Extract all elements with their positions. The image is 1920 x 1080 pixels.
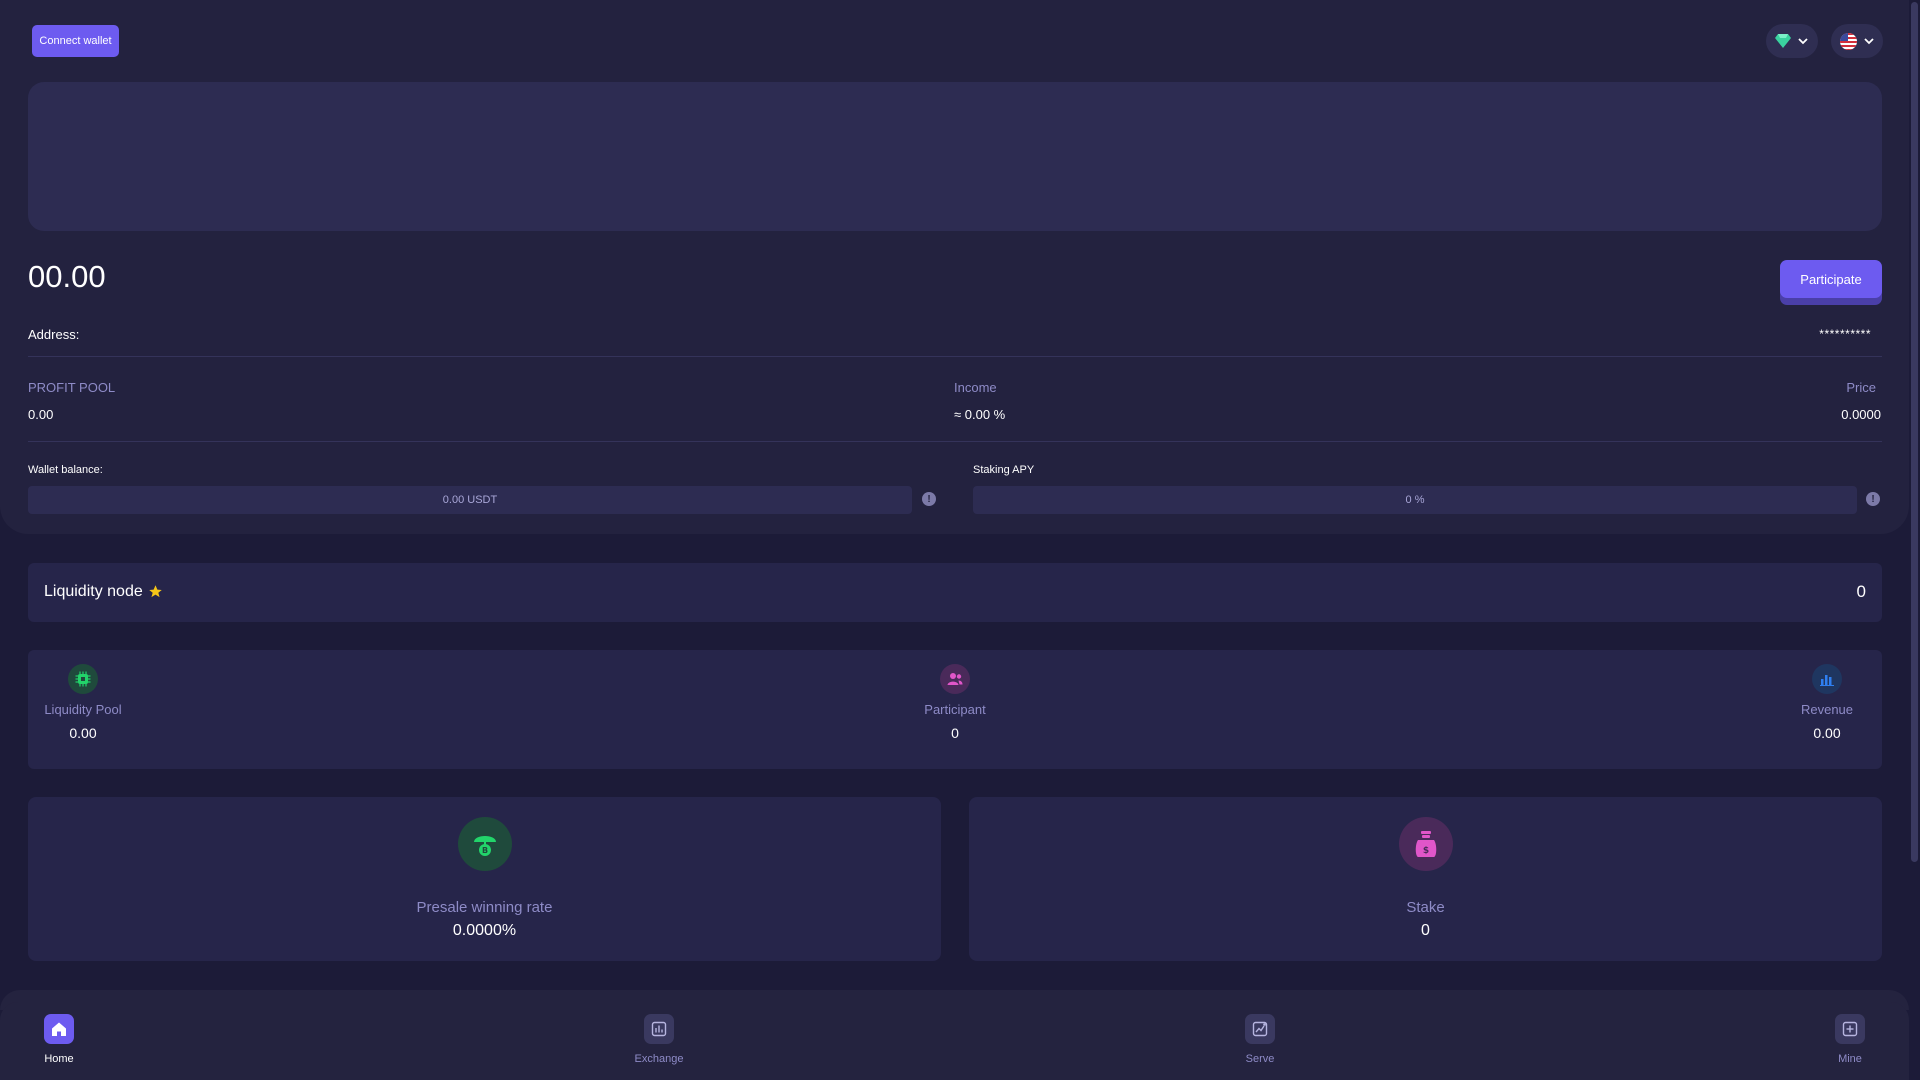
participate-button[interactable]: Participate [1780, 260, 1882, 298]
info-icon[interactable]: ! [1866, 492, 1880, 506]
chevron-down-icon [1863, 38, 1874, 45]
nav-exchange[interactable]: Exchange [619, 1014, 699, 1065]
metric-label: Liquidity Pool [44, 702, 122, 717]
gem-icon [1775, 34, 1791, 48]
profit-pool-value: 0.00 [28, 407, 54, 422]
wallet-balance-field: 0.00 USDT [28, 486, 912, 514]
nav-label: Serve [1245, 1053, 1275, 1065]
chip-icon [68, 664, 98, 694]
language-selector[interactable] [1831, 24, 1883, 58]
top-panel: Connect wallet 00.00 Participate Address… [0, 0, 1909, 534]
liquidity-node-bar[interactable]: Liquidity node 0 [28, 563, 1882, 622]
metrics-row: Liquidity Pool 0.00 Participant 0 Revenu… [28, 650, 1882, 769]
nav-label: Home [44, 1053, 74, 1065]
exchange-icon [644, 1014, 674, 1044]
scrollbar[interactable] [1909, 0, 1920, 1080]
connect-wallet-button[interactable]: Connect wallet [32, 25, 119, 57]
bottom-nav: Home Exchange Serve Mine [0, 1002, 1909, 1080]
info-icon[interactable]: ! [922, 492, 936, 506]
scrollbar-thumb[interactable] [1911, 2, 1918, 862]
price-label: Price [1846, 380, 1876, 395]
staking-apy-field: 0 % [973, 486, 1857, 514]
page: Connect wallet 00.00 Participate Address… [0, 0, 1920, 1080]
serve-icon [1245, 1014, 1275, 1044]
metric-liquidity-pool: Liquidity Pool 0.00 [28, 664, 138, 741]
svg-text:$: $ [1422, 846, 1428, 856]
metric-revenue: Revenue 0.00 [1772, 664, 1882, 741]
card-value: 0.0000% [452, 922, 517, 939]
presale-card: B Presale winning rate 0.0000% [28, 797, 941, 961]
nav-label: Exchange [634, 1053, 684, 1065]
svg-text:B: B [481, 846, 487, 855]
nav-label: Mine [1838, 1053, 1862, 1065]
address-label: Address: [28, 327, 80, 342]
nav-mine[interactable]: Mine [1810, 1014, 1890, 1065]
divider [28, 356, 1882, 357]
address-value: ********** [1819, 327, 1871, 341]
income-label: Income [954, 380, 997, 395]
chevron-down-icon [1798, 38, 1808, 45]
profit-pool-label: PROFIT POOL [28, 380, 116, 395]
wallet-balance-label: Wallet balance: [28, 464, 103, 476]
bar-chart-icon [1812, 664, 1842, 694]
metric-label: Participant [924, 702, 986, 717]
total-amount: 00.00 [28, 259, 106, 294]
metric-label: Revenue [1800, 702, 1854, 717]
staking-apy-label: Staking APY [973, 464, 1035, 476]
umbrella-coin-icon: B [457, 817, 512, 871]
nav-serve[interactable]: Serve [1220, 1014, 1300, 1065]
card-label: Stake [1406, 899, 1445, 916]
stake-card: $ Stake 0 [969, 797, 1882, 961]
users-icon [940, 664, 970, 694]
banner [28, 82, 1882, 231]
metric-value: 0.00 [1813, 725, 1841, 741]
star-icon [149, 585, 162, 598]
metric-value: 0 [951, 725, 959, 741]
card-label: Presale winning rate [416, 899, 553, 916]
mine-icon [1835, 1014, 1865, 1044]
nav-home[interactable]: Home [19, 1014, 99, 1065]
home-icon [44, 1014, 74, 1044]
us-flag-icon [1839, 32, 1857, 50]
divider [28, 441, 1882, 442]
metric-participant: Participant 0 [900, 664, 1010, 741]
network-selector[interactable] [1766, 24, 1818, 58]
money-bag-icon: $ [1398, 817, 1453, 871]
card-value: 0 [1421, 922, 1430, 939]
metric-value: 0.00 [69, 725, 97, 741]
liquidity-node-count: 0 [1856, 582, 1866, 601]
liquidity-node-title: Liquidity node [44, 583, 143, 600]
income-value: ≈ 0.00 % [954, 407, 1006, 422]
price-value: 0.0000 [1841, 407, 1881, 422]
